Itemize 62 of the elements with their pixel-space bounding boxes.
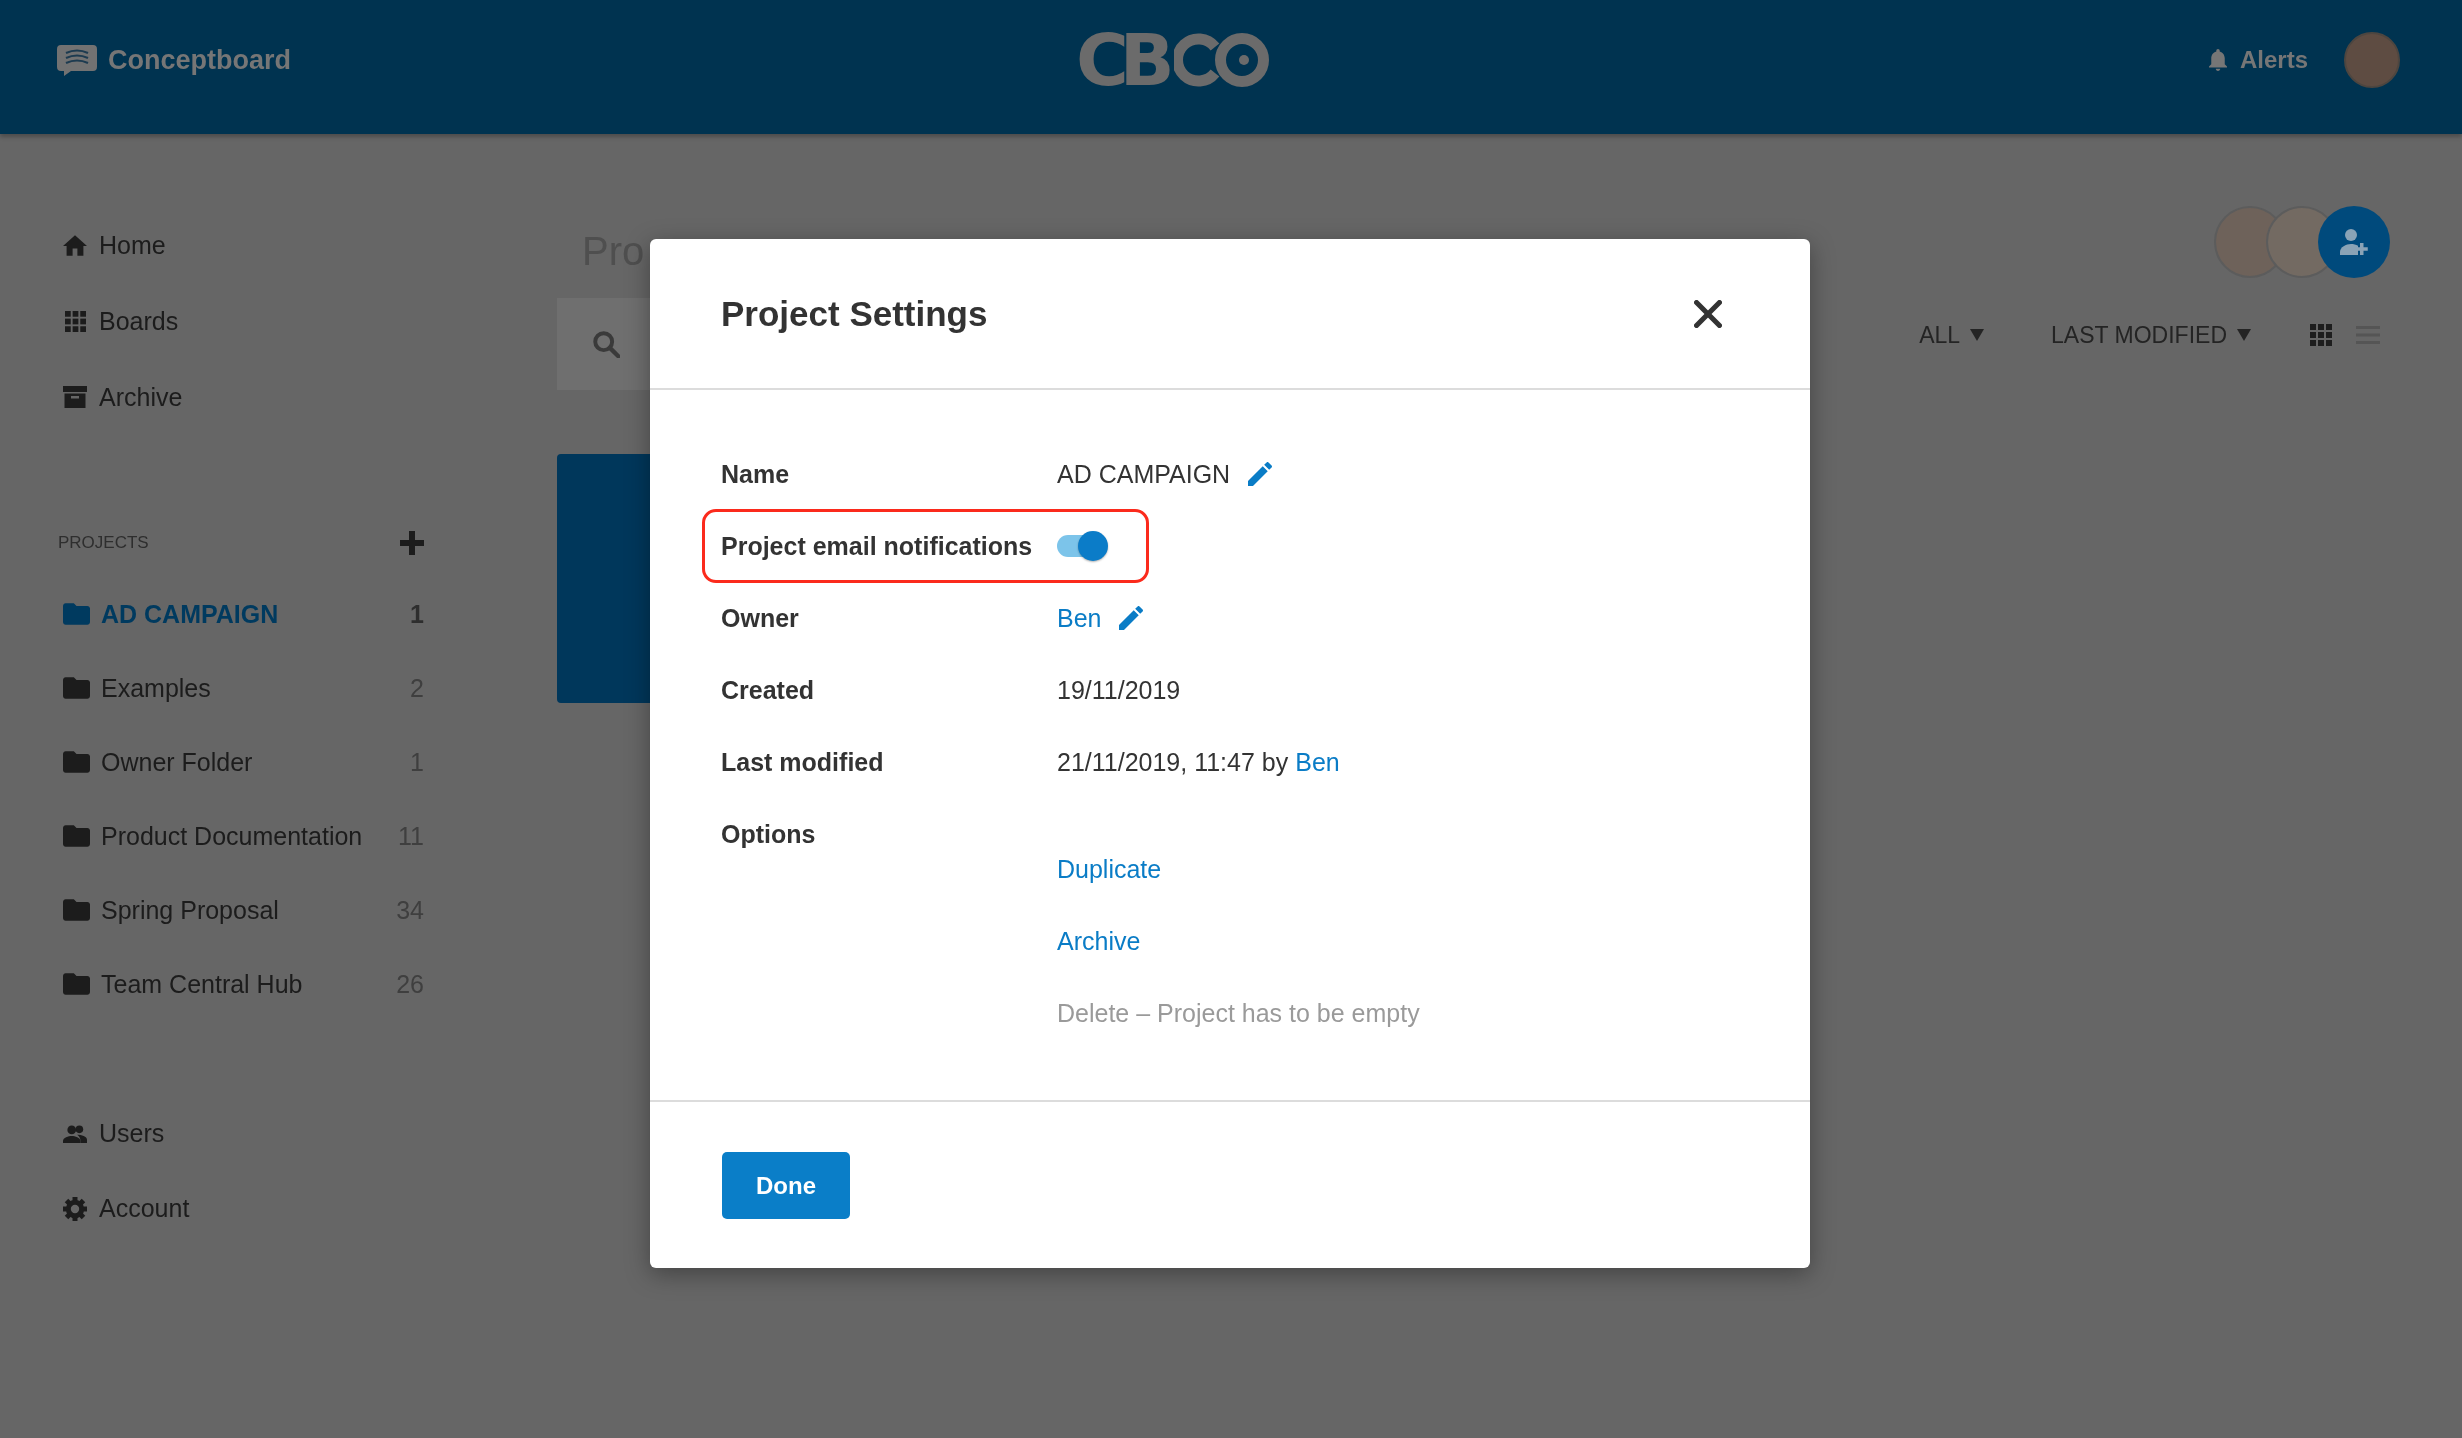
alerts-button[interactable]: Alerts [2208, 46, 2308, 74]
grid-view-icon[interactable] [2310, 324, 2332, 346]
sidebar-link[interactable]: Home [58, 207, 424, 283]
dialog-title: Project Settings [721, 293, 988, 334]
search-icon [593, 330, 620, 358]
project-item[interactable]: AD CAMPAIGN 1 [58, 577, 424, 651]
field-label: Last modified [721, 747, 885, 777]
field-label: Project email notifications [721, 531, 1034, 561]
brand-name: Conceptboard [108, 44, 291, 76]
notifications-toggle[interactable] [1057, 531, 1108, 561]
field-label: Created [721, 675, 816, 705]
field-label: Options [721, 819, 817, 850]
grid-icon [64, 310, 86, 332]
project-count: 1 [410, 599, 424, 629]
folder-icon [63, 973, 90, 995]
project-name: Product Documentation [101, 821, 363, 851]
speech-bubble-logo-icon [57, 44, 97, 76]
option-link[interactable]: Duplicate [1057, 833, 1420, 905]
folder-icon [63, 751, 90, 773]
caret-icon [1970, 329, 1985, 341]
option-link[interactable]: Archive [1057, 905, 1420, 977]
close-icon [1694, 299, 1722, 328]
folder-icon [63, 825, 90, 847]
field-label: Name [721, 459, 791, 489]
project-name: Examples [101, 673, 211, 703]
user-link[interactable]: Ben [1295, 747, 1340, 777]
disabled-option-text: Delete – Project has to be empty [1057, 998, 1420, 1029]
folder-icon [63, 677, 90, 699]
users-icon [63, 1123, 87, 1144]
close-button[interactable] [1694, 299, 1722, 328]
edit-icon[interactable] [1248, 462, 1273, 486]
filter-dropdown[interactable]: LAST MODIFIED [2051, 321, 2251, 349]
sidebar-link[interactable]: Archive [58, 359, 424, 435]
user-avatar[interactable] [2344, 32, 2400, 88]
add-user-icon [2340, 229, 2368, 255]
bell-icon [2208, 49, 2227, 71]
filter-dropdown[interactable]: ALL [1919, 321, 1985, 349]
home-icon [63, 234, 87, 256]
sidebar-link[interactable]: Account [58, 1171, 424, 1246]
sidebar-link[interactable]: Boards [58, 283, 424, 359]
logo-text: CB [1076, 24, 1166, 96]
section-heading: PROJECTS [58, 533, 149, 553]
field-value: 21/11/2019, 11:47 by [1057, 747, 1289, 777]
done-button[interactable]: Done [722, 1152, 850, 1219]
field-value: AD CAMPAIGN [1057, 459, 1231, 489]
sidebar-link[interactable]: Users [58, 1096, 424, 1171]
owner-link[interactable]: Ben [1057, 603, 1102, 633]
settings-icon [63, 1196, 87, 1221]
project-name: Team Central Hub [101, 969, 303, 999]
add-icon[interactable] [400, 531, 424, 555]
folder-icon [63, 603, 90, 625]
folder-icon [63, 899, 90, 921]
archive-box-icon [63, 386, 87, 408]
rings-logo-icon [1173, 33, 1269, 87]
project-name: Spring Proposal [101, 895, 279, 925]
project-name: Owner Folder [101, 747, 253, 777]
project-name: AD CAMPAIGN [101, 599, 279, 629]
caret-icon [2237, 329, 2251, 341]
field-label: Owner [721, 603, 800, 633]
field-value: 19/11/2019 [1057, 675, 1181, 705]
edit-icon[interactable] [1119, 606, 1144, 630]
search-field[interactable] [557, 298, 650, 390]
